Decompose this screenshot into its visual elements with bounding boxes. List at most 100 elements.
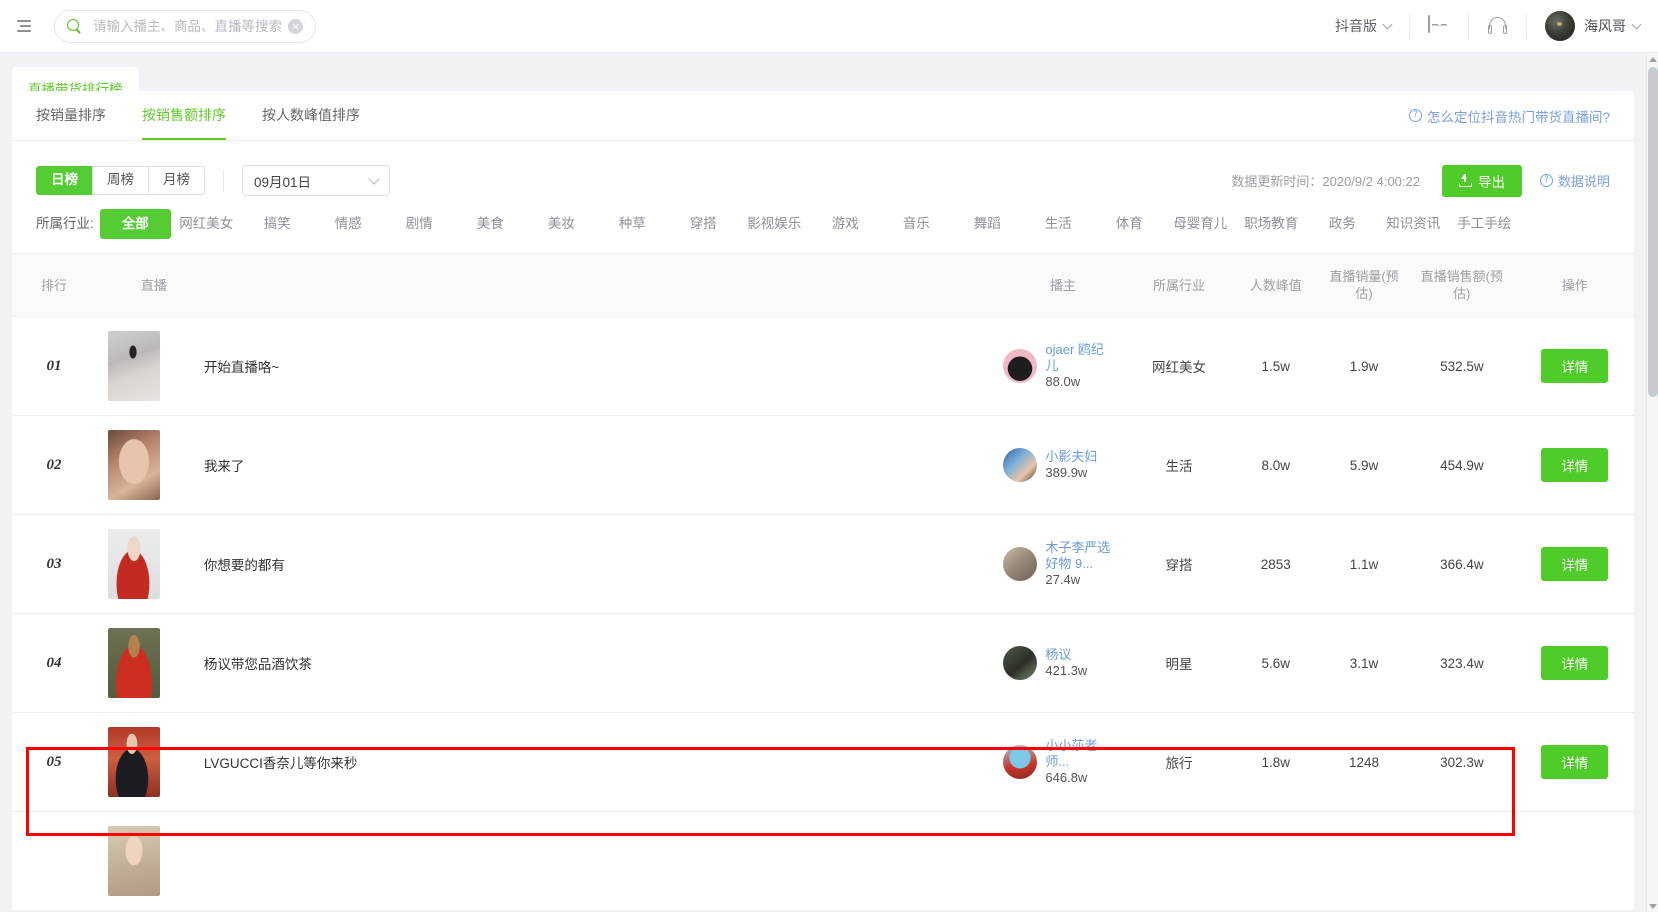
live-title[interactable]: 我来了 xyxy=(204,455,245,475)
live-thumbnail[interactable] xyxy=(107,529,160,599)
live-thumbnail[interactable] xyxy=(107,826,160,896)
export-button-label: 导出 xyxy=(1477,174,1505,190)
industry-item-8[interactable]: 穿搭 xyxy=(668,209,739,239)
industry-item-19[interactable]: 手工手绘 xyxy=(1449,209,1520,239)
table-row[interactable]: 03 你想要的都有 木子李严选好物 9... 27.4w 穿搭 2853 1.1… xyxy=(12,514,1634,614)
search-box[interactable]: × xyxy=(54,9,316,43)
table-row[interactable]: 05 LVGUCCI香奈儿等你来秒 小小莎老师... 646.8w 旅行 1.8… xyxy=(12,712,1634,812)
user-menu[interactable]: 海风哥 xyxy=(1527,11,1642,41)
period-monthly-button[interactable]: 月榜 xyxy=(148,165,205,196)
date-select[interactable]: 09月01日 xyxy=(242,165,390,196)
industry-item-5[interactable]: 美食 xyxy=(455,209,526,239)
host-name[interactable]: 小小莎老师... xyxy=(1045,738,1113,770)
live-title[interactable]: LVGUCCI香奈儿等你来秒 xyxy=(204,752,358,772)
period-segmented-control: 日榜 周榜 月榜 xyxy=(36,165,205,196)
cell-host: ojaer 鸥纪儿 88.0w xyxy=(999,316,1127,416)
cell-rank xyxy=(12,811,96,911)
chevron-down-icon xyxy=(368,172,380,185)
table-row[interactable] xyxy=(12,811,1634,911)
industry-item-6[interactable]: 美妆 xyxy=(526,209,597,239)
search-input[interactable] xyxy=(91,17,288,35)
page-scrollbar[interactable] xyxy=(1646,53,1658,912)
host-avatar[interactable] xyxy=(1003,349,1038,383)
industry-item-10[interactable]: 游戏 xyxy=(810,209,881,239)
table-row-highlighted[interactable]: 04 杨议带您品酒饮茶 杨议 421.3w 明星 5.6w 3.1w 323.4… xyxy=(12,613,1634,713)
host-avatar[interactable] xyxy=(1003,745,1038,779)
detail-button[interactable]: 详情 xyxy=(1541,448,1609,482)
scroll-up-arrow-icon[interactable] xyxy=(1647,53,1658,65)
cell-rank: 03 xyxy=(12,514,96,614)
table-row[interactable]: 02 我来了 小影夫妇 389.9w 生活 8.0w 5.9w 454.9w 详… xyxy=(12,415,1634,515)
industry-item-4[interactable]: 剧情 xyxy=(384,209,455,239)
ranking-table: 排行 直播 播主 所属行业 人数峰值 直播销量(预估) 直播销售额(预估) 操作… xyxy=(12,254,1634,911)
filter-row-right: 数据更新时间：2020/9/2 4:00:22 导出 ? 数据说明 xyxy=(1231,164,1610,197)
question-circle-icon: ? xyxy=(1539,174,1553,187)
cell-operation: 详情 xyxy=(1515,613,1634,713)
cell-sales-amount: 366.4w xyxy=(1408,514,1516,614)
customer-service-button[interactable] xyxy=(1469,13,1527,39)
host-avatar[interactable] xyxy=(1003,448,1038,482)
live-thumbnail[interactable] xyxy=(107,628,160,698)
live-thumbnail[interactable] xyxy=(107,331,160,401)
period-daily-button[interactable]: 日榜 xyxy=(36,165,93,196)
detail-button[interactable]: 详情 xyxy=(1541,547,1609,581)
detail-button[interactable]: 详情 xyxy=(1541,349,1609,383)
industry-item-11[interactable]: 音乐 xyxy=(881,209,952,239)
industry-item-14[interactable]: 体育 xyxy=(1094,209,1165,239)
industry-item-3[interactable]: 情感 xyxy=(313,209,384,239)
clear-search-icon[interactable]: × xyxy=(288,18,303,34)
detail-button[interactable]: 详情 xyxy=(1541,646,1609,680)
rank-number: 03 xyxy=(46,555,62,572)
col-operation: 操作 xyxy=(1515,254,1634,317)
live-title[interactable]: 开始直播咯~ xyxy=(204,356,279,376)
industry-item-7[interactable]: 种草 xyxy=(597,209,668,239)
scrollbar-thumb[interactable] xyxy=(1648,67,1658,397)
data-description-link[interactable]: ? 数据说明 xyxy=(1539,171,1610,190)
monitor-button[interactable] xyxy=(1410,13,1469,39)
host-name[interactable]: ojaer 鸥纪儿 xyxy=(1045,342,1113,374)
host-avatar[interactable] xyxy=(1003,547,1038,581)
cell-live: 杨议带您品酒饮茶 xyxy=(95,613,1000,713)
industry-item-1[interactable]: 网红美女 xyxy=(171,209,242,239)
industry-item-16[interactable]: 职场教育 xyxy=(1236,209,1307,239)
industry-item-17[interactable]: 政务 xyxy=(1307,209,1378,239)
host-name[interactable]: 小影夫妇 xyxy=(1045,449,1097,465)
table-row[interactable]: 01 开始直播咯~ ojaer 鸥纪儿 88.0w 网红美女 1.5w 1.9w… xyxy=(12,316,1634,416)
industry-item-13[interactable]: 生活 xyxy=(1023,209,1094,239)
live-title[interactable]: 你想要的都有 xyxy=(204,554,285,574)
period-weekly-button[interactable]: 周榜 xyxy=(92,165,149,196)
host-name[interactable]: 木子李严选好物 9... xyxy=(1045,540,1113,572)
industry-item-all[interactable]: 全部 xyxy=(99,209,171,239)
industry-item-18[interactable]: 知识资讯 xyxy=(1378,209,1449,239)
host-avatar[interactable] xyxy=(1003,646,1038,680)
industry-item-9[interactable]: 影视娱乐 xyxy=(739,209,810,239)
help-link-label: 怎么定位抖音热门带货直播间? xyxy=(1426,109,1610,125)
filter-row: 日榜 周榜 月榜 09月01日 数据更新时间：2020/9/2 4:00:22 … xyxy=(12,141,1634,201)
detail-button[interactable]: 详情 xyxy=(1541,745,1609,779)
cell-peak-viewers: 5.6w xyxy=(1231,613,1320,713)
tab-sort-by-volume[interactable]: 按销量排序 xyxy=(36,91,106,140)
cell-live: 我来了 xyxy=(95,415,1000,515)
live-title[interactable]: 杨议带您品酒饮茶 xyxy=(204,653,312,673)
industry-item-12[interactable]: 舞蹈 xyxy=(952,209,1023,239)
live-thumbnail[interactable] xyxy=(107,727,160,797)
host-name[interactable]: 杨议 xyxy=(1045,647,1087,663)
cell-peak-viewers: 2853 xyxy=(1231,514,1320,614)
industry-item-2[interactable]: 搞笑 xyxy=(242,209,313,239)
cell-sales-volume xyxy=(1319,811,1409,911)
tab-sort-by-peak-viewers[interactable]: 按人数峰值排序 xyxy=(262,91,360,140)
export-button[interactable]: 导出 xyxy=(1441,164,1522,197)
username-label: 海风哥 xyxy=(1584,18,1626,34)
menu-collapse-icon[interactable] xyxy=(14,16,34,36)
tab-sort-by-revenue[interactable]: 按销售额排序 xyxy=(142,91,226,140)
industry-item-15[interactable]: 母婴育儿 xyxy=(1165,209,1236,239)
help-link-hot-live-rooms[interactable]: ? 怎么定位抖音热门带货直播间? xyxy=(1408,106,1610,126)
cell-peak-viewers: 8.0w xyxy=(1231,415,1320,515)
divider xyxy=(223,169,224,192)
cell-sales-volume: 1.9w xyxy=(1319,316,1409,416)
col-sales-volume: 直播销量(预估) xyxy=(1319,254,1409,317)
cell-live xyxy=(95,811,1000,911)
scroll-down-arrow-icon[interactable] xyxy=(1647,900,1658,912)
live-thumbnail[interactable] xyxy=(107,430,160,500)
version-switcher[interactable]: 抖音版 xyxy=(1317,13,1410,39)
